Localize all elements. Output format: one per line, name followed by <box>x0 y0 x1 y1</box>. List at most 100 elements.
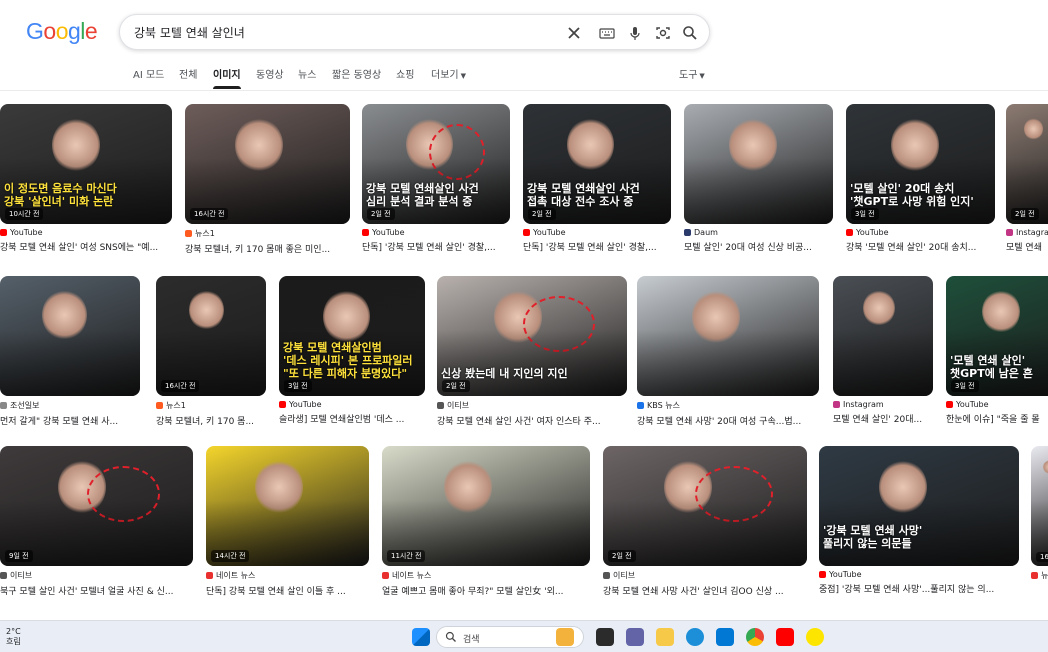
result-title[interactable]: 강북 모텔 연쇄 사망' 20대 여성 구속...법... <box>637 414 819 427</box>
store-icon[interactable] <box>716 628 734 646</box>
result-source[interactable]: YouTube <box>523 228 671 237</box>
source-favicon-icon <box>946 401 953 408</box>
image-thumbnail[interactable]: 강북 모텔 연쇄살인범 '데스 레시피' 본 프로파일러 "또 다른 피해자 분… <box>279 276 425 396</box>
time-badge: 16시간 전 <box>161 380 200 392</box>
result-source[interactable]: YouTube <box>0 228 172 237</box>
time-badge: 11시간 전 <box>387 550 426 562</box>
image-thumbnail[interactable]: '강북 모텔 연쇄 사망' 풀리지 않는 의문들 <box>819 446 1019 566</box>
windows-start-icon[interactable] <box>412 628 430 646</box>
result-source[interactable]: KBS 뉴스 <box>637 400 819 411</box>
image-thumbnail[interactable] <box>833 276 933 396</box>
result-source[interactable]: YouTube <box>846 228 995 237</box>
image-result-card[interactable]: 11시간 전네이트 뉴스얼굴 예쁘고 몸매 좋아 무죄?" 모텔 살인女 '외.… <box>382 446 590 597</box>
image-thumbnail[interactable]: 16시간 전 <box>185 104 350 224</box>
source-favicon-icon <box>0 229 7 236</box>
chrome-icon[interactable] <box>746 628 764 646</box>
thumbnail-caption: '강북 모텔 연쇄 사망' 풀리지 않는 의문들 <box>823 524 923 550</box>
image-thumbnail[interactable] <box>637 276 819 396</box>
blurred-face <box>1043 460 1048 474</box>
result-title[interactable]: 단독] 강북 모텔 연쇄 살인 이틀 후 ... <box>206 584 369 597</box>
result-title[interactable]: 강북 모텔녀, 키 170 몸... <box>156 414 266 427</box>
result-title[interactable]: 먼저 갈게" 강북 모텔 연쇄 사... <box>0 414 140 427</box>
image-result-card[interactable]: Daum 모텔 살인' 20대 여성 신상 비공... <box>684 104 833 253</box>
image-result-card[interactable]: '모텔 연쇄 살인' 챗GPT에 남은 흔 3일 전 YouTube 한눈에 이슈] … <box>946 276 1048 425</box>
image-result-card[interactable]: 강북 모텔 연쇄살인 사건 접촉 대상 전수 조사 중 2일 전 YouTube 단독… <box>523 104 671 253</box>
image-thumbnail[interactable]: 2일 전 <box>603 446 807 566</box>
image-result-card[interactable]: Instagram 모텔 연쇄 살인' 20대... <box>833 276 933 425</box>
result-source[interactable]: 뉴스1 <box>156 400 266 411</box>
image-result-card[interactable]: 조선일보먼저 갈게" 강북 모텔 연쇄 사... <box>0 276 140 427</box>
image-result-card[interactable]: 강북 모텔 연쇄살인범 '데스 레시피' 본 프로파일러 "또 다른 피해자 분… <box>279 276 425 425</box>
result-source[interactable]: YouTube <box>362 228 510 237</box>
file-explorer-icon[interactable] <box>656 628 674 646</box>
image-result-card[interactable]: 2일 전 Instagram 모텔 연쇄 <box>1006 104 1048 253</box>
time-badge: 16 <box>1036 552 1048 562</box>
result-title[interactable]: 한눈에 이슈] "죽을 줄 몰 <box>946 412 1048 425</box>
result-source[interactable]: 네이트 뉴스 <box>206 570 369 581</box>
image-thumbnail[interactable] <box>684 104 833 224</box>
image-result-card[interactable]: 16시간 전뉴스1 강북 모텔녀, 키 170 몸매 좋은 미인... <box>185 104 350 255</box>
image-thumbnail[interactable]: '모텔 살인' 20대 송치 '챗GPT로 사망 위험 인지' 3일 전 <box>846 104 995 224</box>
result-source[interactable]: 조선일보 <box>0 400 140 411</box>
kakaotalk-icon[interactable] <box>806 628 824 646</box>
result-title[interactable]: 슬라생] 모텔 연쇄살인범 '데스 ... <box>279 412 425 425</box>
result-source[interactable]: Instagram <box>833 400 933 409</box>
image-thumbnail[interactable]: 신상 봤는데 내 지인의 지인 2일 전 <box>437 276 627 396</box>
image-result-card[interactable]: 신상 봤는데 내 지인의 지인 2일 전이티브강북 모텔 연쇄 살인 사건' 여자… <box>437 276 627 427</box>
edge-icon[interactable] <box>686 628 704 646</box>
result-source[interactable]: 뉴스1 <box>185 228 350 239</box>
youtube-icon[interactable] <box>776 628 794 646</box>
source-name: 뉴스1 <box>195 229 215 238</box>
result-source[interactable]: 이티브 <box>0 570 193 581</box>
image-thumbnail[interactable]: 14시간 전 <box>206 446 369 566</box>
result-source[interactable]: YouTube <box>279 400 425 409</box>
image-thumbnail[interactable] <box>0 276 140 396</box>
task-view-icon[interactable] <box>596 628 614 646</box>
image-result-card[interactable]: 16시간 전뉴스1 강북 모텔녀, 키 170 몸... <box>156 276 266 427</box>
thumbnail-shade <box>0 330 140 396</box>
result-title[interactable]: 강북 모텔 연쇄 사망 사건' 살인녀 김OO 신상 ... <box>603 584 807 597</box>
result-title[interactable]: 단독] '강북 모텔 연쇄 살인' 경찰,... <box>523 240 671 253</box>
result-title[interactable]: 중점] '강북 모텔 연쇄 사망'...풀리지 않는 의... <box>819 582 1019 595</box>
widgets-icon[interactable] <box>556 628 574 646</box>
result-source[interactable]: 네이트 뉴스 <box>382 570 590 581</box>
image-result-card[interactable]: 9일 전이티브북구 모텔 살인 사건' 모텔녀 얼굴 사진 & 신... <box>0 446 193 597</box>
image-thumbnail[interactable]: 16 <box>1031 446 1048 566</box>
image-thumbnail[interactable]: 11시간 전 <box>382 446 590 566</box>
image-thumbnail[interactable]: 강북 모텔 연쇄살인 사건 접촉 대상 전수 조사 중 2일 전 <box>523 104 671 224</box>
image-thumbnail[interactable]: 강북 모텔 연쇄살인 사건 심리 분석 결과 분석 중 2일 전 <box>362 104 510 224</box>
result-title[interactable]: 강북 모텔 연쇄 살인 사건' 여자 인스타 주... <box>437 414 627 427</box>
result-source[interactable]: Daum <box>684 228 833 237</box>
image-result-card[interactable]: 강북 모텔 연쇄살인 사건 심리 분석 결과 분석 중 2일 전 YouTube 단독… <box>362 104 510 253</box>
result-source[interactable]: YouTube <box>946 400 1048 409</box>
result-title[interactable]: 북구 모텔 살인 사건' 모텔녀 얼굴 사진 & 신... <box>0 584 193 597</box>
result-title[interactable]: 강북 모텔녀, 키 170 몸매 좋은 미인... <box>185 242 350 255</box>
image-result-card[interactable]: '강북 모텔 연쇄 사망' 풀리지 않는 의문들 YouTube 중점] '강북 모… <box>819 446 1019 595</box>
weather-widget[interactable]: 2°C 흐림 <box>6 627 21 647</box>
result-source[interactable]: 이티브 <box>603 570 807 581</box>
image-thumbnail[interactable]: 9일 전 <box>0 446 193 566</box>
result-title[interactable]: 모텔 살인' 20대 여성 신상 비공... <box>684 240 833 253</box>
result-title[interactable]: 모텔 연쇄 살인' 20대... <box>833 412 933 425</box>
result-source[interactable]: YouTube <box>819 570 1019 579</box>
image-thumbnail[interactable]: '모텔 연쇄 살인' 챗GPT에 남은 흔 3일 전 <box>946 276 1048 396</box>
teams-icon[interactable] <box>626 628 644 646</box>
image-result-card[interactable]: 14시간 전네이트 뉴스단독] 강북 모텔 연쇄 살인 이틀 후 ... <box>206 446 369 597</box>
image-result-card[interactable]: '모텔 살인' 20대 송치 '챗GPT로 사망 위험 인지' 3일 전 YouTu… <box>846 104 995 253</box>
result-source[interactable]: 뉴 <box>1031 570 1048 581</box>
result-title[interactable]: 강북 모텔 연쇄 살인' 여성 SNS에는 "예... <box>0 240 172 253</box>
result-title[interactable]: 모텔 연쇄 <box>1006 240 1048 253</box>
source-favicon-icon <box>603 572 610 579</box>
image-result-card[interactable]: 이 정도면 음료수 마신다 강북 '살인녀' 미화 논란 10시간 전 YouTub… <box>0 104 172 253</box>
result-source[interactable]: 이티브 <box>437 400 627 411</box>
image-thumbnail[interactable]: 이 정도면 음료수 마신다 강북 '살인녀' 미화 논란 10시간 전 <box>0 104 172 224</box>
result-title[interactable]: 얼굴 예쁘고 몸매 좋아 무죄?" 모텔 살인女 '외... <box>382 584 590 597</box>
image-result-card[interactable]: 2일 전이티브강북 모텔 연쇄 사망 사건' 살인녀 김OO 신상 ... <box>603 446 807 597</box>
result-title[interactable]: 강북 '모텔 연쇄 살인' 20대 송치... <box>846 240 995 253</box>
image-result-card[interactable]: KBS 뉴스강북 모텔 연쇄 사망' 20대 여성 구속...법... <box>637 276 819 427</box>
image-result-card[interactable]: 16 뉴 <box>1031 446 1048 584</box>
result-source[interactable]: Instagram <box>1006 228 1048 237</box>
image-thumbnail[interactable]: 16시간 전 <box>156 276 266 396</box>
result-title[interactable]: 단독] '강북 모텔 연쇄 살인' 경찰,... <box>362 240 510 253</box>
image-thumbnail[interactable]: 2일 전 <box>1006 104 1048 224</box>
